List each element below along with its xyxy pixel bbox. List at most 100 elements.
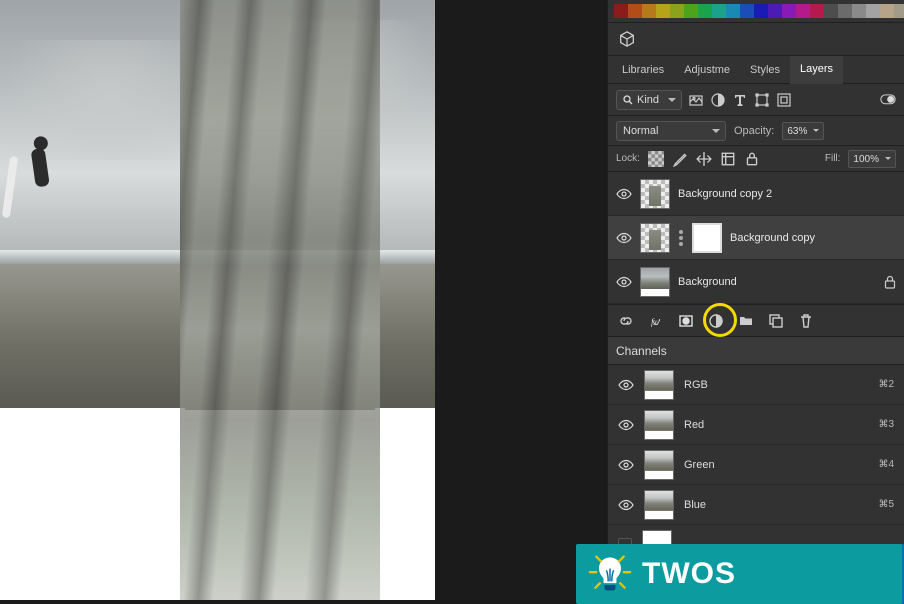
trash-icon[interactable]: [798, 313, 814, 329]
new-adjustment-layer-icon[interactable]: [708, 313, 724, 329]
channel-thumbnail[interactable]: [644, 490, 674, 520]
layer-thumbnail[interactable]: [640, 267, 670, 297]
color-swatch[interactable]: [670, 4, 684, 18]
eye-icon[interactable]: [618, 417, 634, 433]
eye-icon[interactable]: [616, 186, 632, 202]
filter-type-icon[interactable]: [732, 92, 748, 108]
color-swatch[interactable]: [628, 4, 642, 18]
color-swatch[interactable]: [810, 4, 824, 18]
channel-thumbnail[interactable]: [644, 370, 674, 400]
fill-value-input[interactable]: 100%: [848, 150, 896, 168]
layer-row[interactable]: Background copy 2: [608, 172, 904, 216]
layer-row[interactable]: Background copy: [608, 216, 904, 260]
channel-row[interactable]: Green ⌘4: [608, 445, 904, 485]
opacity-label: Opacity:: [734, 125, 774, 137]
color-swatch[interactable]: [796, 4, 810, 18]
layers-footer-icons: fx: [608, 305, 904, 337]
layer-name[interactable]: Background copy 2: [678, 188, 772, 200]
channel-shortcut: ⌘2: [878, 379, 894, 390]
document-canvas[interactable]: [0, 0, 435, 600]
channel-name: Red: [684, 419, 868, 431]
panel-tabs: Libraries Adjustme Styles Layers: [608, 56, 904, 84]
channels-header[interactable]: Channels: [608, 337, 904, 365]
lock-transparent-icon[interactable]: [648, 151, 664, 167]
color-swatch[interactable]: [866, 4, 880, 18]
layers-list: Background copy 2 Background copy Backgr…: [608, 172, 904, 305]
cube-icon[interactable]: [618, 31, 636, 47]
panels-column: Libraries Adjustme Styles Layers Kind No…: [607, 0, 904, 604]
color-swatch[interactable]: [712, 4, 726, 18]
eye-icon[interactable]: [618, 377, 634, 393]
add-mask-icon[interactable]: [678, 313, 694, 329]
blend-row: Normal Opacity: 63%: [608, 116, 904, 146]
layer-mask-thumbnail[interactable]: [692, 223, 722, 253]
filter-toggle-icon[interactable]: [880, 92, 896, 108]
new-layer-icon[interactable]: [768, 313, 784, 329]
eye-icon[interactable]: [618, 457, 634, 473]
filter-kind-select[interactable]: Kind: [616, 90, 682, 110]
eye-icon[interactable]: [616, 230, 632, 246]
opacity-value-input[interactable]: 63%: [782, 122, 824, 140]
lock-artboard-icon[interactable]: [720, 151, 736, 167]
lock-position-icon[interactable]: [696, 151, 712, 167]
channels-title: Channels: [616, 344, 667, 358]
channel-shortcut: ⌘4: [878, 459, 894, 470]
tab-adjustments[interactable]: Adjustme: [674, 56, 740, 84]
color-swatch[interactable]: [698, 4, 712, 18]
eye-icon[interactable]: [618, 497, 634, 513]
channel-thumbnail[interactable]: [644, 450, 674, 480]
channel-name: Green: [684, 459, 868, 471]
link-layers-icon[interactable]: [618, 313, 634, 329]
channel-shortcut: ⌘5: [878, 499, 894, 510]
lock-brush-icon[interactable]: [672, 151, 688, 167]
color-swatch[interactable]: [768, 4, 782, 18]
color-swatch[interactable]: [684, 4, 698, 18]
channel-thumbnail[interactable]: [644, 410, 674, 440]
filter-pixel-icon[interactable]: [688, 92, 704, 108]
channel-shortcut: ⌘3: [878, 419, 894, 430]
tab-styles[interactable]: Styles: [740, 56, 790, 84]
channel-row[interactable]: Red ⌘3: [608, 405, 904, 445]
color-swatch[interactable]: [782, 4, 796, 18]
color-swatch[interactable]: [838, 4, 852, 18]
lightbulb-icon: [588, 552, 632, 596]
layer-thumbnail[interactable]: [640, 179, 670, 209]
layer-thumbnail[interactable]: [640, 223, 670, 253]
panel-menu-icon[interactable]: [880, 343, 896, 359]
color-swatch[interactable]: [726, 4, 740, 18]
color-swatch[interactable]: [754, 4, 768, 18]
color-swatch[interactable]: [894, 4, 904, 18]
canvas-area[interactable]: [0, 0, 607, 604]
watermark-text: TWOS: [642, 557, 736, 591]
filter-shape-icon[interactable]: [754, 92, 770, 108]
blend-mode-select[interactable]: Normal: [616, 121, 726, 141]
layer-name[interactable]: Background copy: [730, 232, 815, 244]
filter-adjustment-icon[interactable]: [710, 92, 726, 108]
lock-all-icon[interactable]: [744, 151, 760, 167]
channel-row[interactable]: RGB ⌘2: [608, 365, 904, 405]
eye-icon[interactable]: [616, 274, 632, 290]
watermark-overlay: TWOS: [576, 544, 904, 604]
color-swatch[interactable]: [656, 4, 670, 18]
new-group-icon[interactable]: [738, 313, 754, 329]
swatch-grid[interactable]: [614, 4, 904, 18]
color-swatch[interactable]: [642, 4, 656, 18]
color-swatch[interactable]: [824, 4, 838, 18]
layer-style-icon[interactable]: fx: [648, 313, 664, 329]
white-region: [375, 408, 435, 600]
color-swatch[interactable]: [614, 4, 628, 18]
white-region: [0, 408, 185, 600]
filter-smartobject-icon[interactable]: [776, 92, 792, 108]
channel-row[interactable]: Blue ⌘5: [608, 485, 904, 525]
link-mask-icon[interactable]: [678, 230, 684, 246]
lock-icon[interactable]: [884, 275, 896, 289]
tab-layers[interactable]: Layers: [790, 56, 843, 84]
layer-row[interactable]: Background: [608, 260, 904, 304]
color-swatch[interactable]: [880, 4, 894, 18]
layer-filter-row: Kind: [608, 84, 904, 116]
color-swatch[interactable]: [740, 4, 754, 18]
color-swatch[interactable]: [852, 4, 866, 18]
layer-name[interactable]: Background: [678, 276, 737, 288]
tab-libraries[interactable]: Libraries: [612, 56, 674, 84]
panel-menu-icon[interactable]: [888, 62, 904, 78]
